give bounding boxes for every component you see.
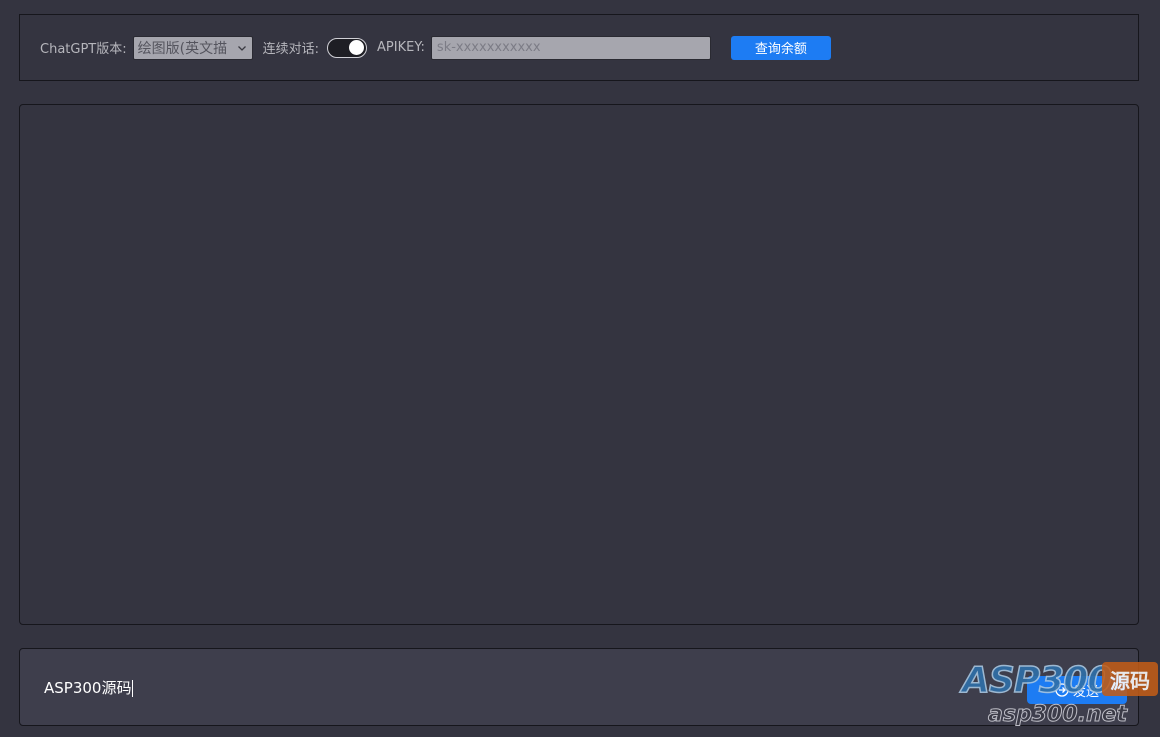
message-input[interactable]: ASP300源码 [44, 676, 1004, 700]
version-select[interactable]: 绘图版(英文描 [132, 35, 253, 60]
version-label: ChatGPT版本: [40, 42, 127, 57]
version-select-value: 绘图版(英文描 [137, 40, 228, 57]
input-area: ASP300源码 发送 [19, 648, 1139, 726]
send-icon [1055, 683, 1069, 697]
continuous-label: 连续对话: [262, 42, 320, 57]
toggle-knob [349, 40, 365, 55]
apikey-input[interactable] [430, 35, 711, 60]
continuous-toggle[interactable] [327, 37, 368, 58]
settings-bar: ChatGPT版本: 绘图版(英文描 连续对话: APIKEY: 查询余额 [19, 14, 1139, 81]
query-balance-button[interactable]: 查询余额 [730, 35, 831, 60]
text-caret [132, 679, 134, 697]
chevron-down-icon [236, 42, 248, 54]
apikey-label: APIKEY: [377, 40, 425, 55]
send-button[interactable]: 发送 [1027, 676, 1127, 704]
message-input-text: ASP300源码 [44, 679, 132, 697]
send-button-label: 发送 [1072, 684, 1099, 700]
chat-area [19, 104, 1139, 625]
